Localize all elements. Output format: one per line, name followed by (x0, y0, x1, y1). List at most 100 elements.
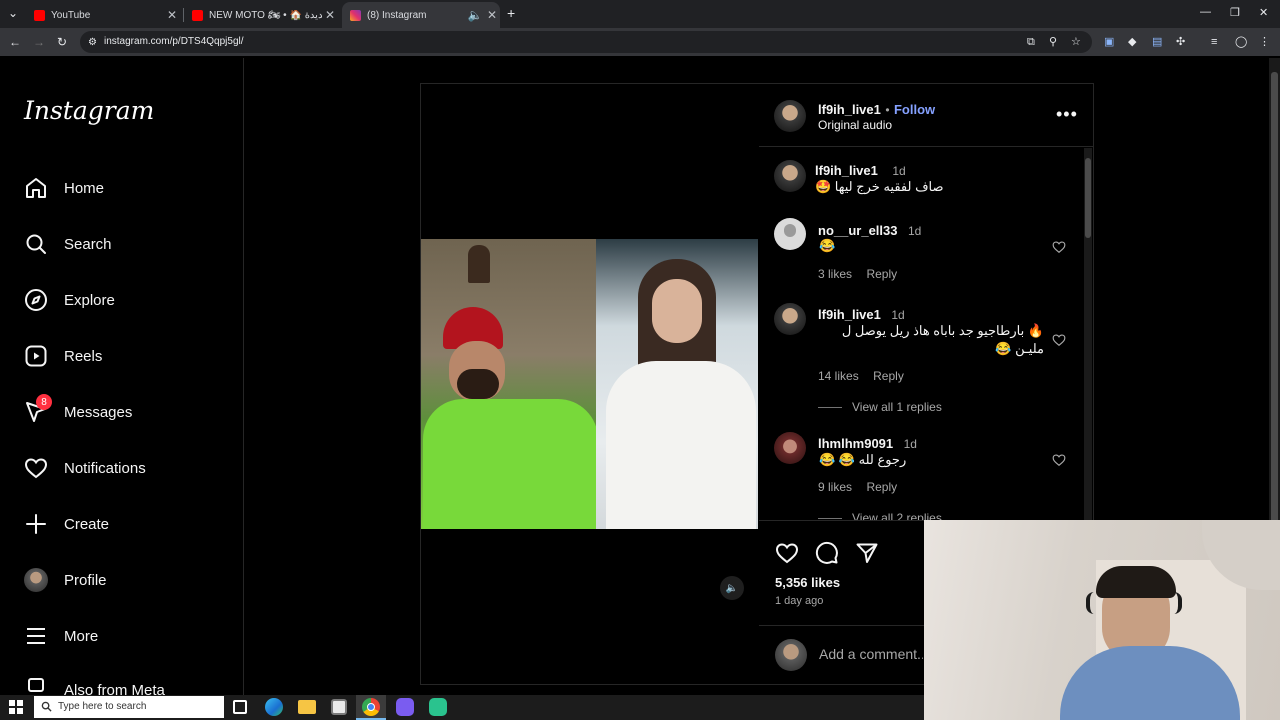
more-options-icon[interactable]: ••• (1056, 104, 1078, 125)
reply-button[interactable]: Reply (866, 267, 897, 281)
translate-extension-icon[interactable]: ▣ (1104, 35, 1114, 49)
divider (759, 625, 925, 626)
comment-time: 1d (891, 308, 905, 322)
instagram-logo[interactable]: Instagram (24, 96, 154, 125)
sidebar-item-more[interactable]: More (22, 616, 232, 656)
tab-new-moto[interactable]: NEW MOTO 🏍 • 🏠 دار جديدة ✕ (184, 2, 338, 28)
chrome-taskbar-button[interactable] (356, 695, 386, 720)
task-view-icon[interactable] (233, 700, 247, 714)
meta-icon (22, 672, 50, 695)
comment-actions: 9 likes Reply (818, 478, 897, 496)
view-replies-button[interactable]: View all 1 replies (852, 400, 942, 414)
extension-icon[interactable]: ▤ (1152, 35, 1162, 49)
sidebar-item-notifications[interactable]: Notifications (22, 448, 232, 488)
comment-text: صاف لفقيه خرج ليها 🤩 (815, 179, 944, 194)
author-avatar[interactable] (774, 100, 806, 132)
sidebar-item-also-from-meta[interactable]: Also from Meta (22, 672, 232, 695)
comment-header: lf9ih_live1 1d (818, 306, 905, 324)
like-comment-heart-icon[interactable] (1052, 240, 1066, 254)
avatar[interactable] (774, 303, 806, 335)
app-icon[interactable] (429, 698, 447, 716)
bookmark-star-icon[interactable]: ☆ (1071, 35, 1081, 49)
sidebar-item-label: Reels (64, 347, 103, 365)
minimize-button[interactable]: — (1200, 6, 1211, 18)
reply-button[interactable]: Reply (873, 369, 904, 383)
comments-scrollbar[interactable] (1084, 148, 1092, 520)
close-icon[interactable]: ✕ (164, 8, 180, 22)
sidebar-item-reels[interactable]: Reels (22, 336, 232, 376)
back-icon[interactable]: ← (9, 35, 21, 49)
avatar[interactable] (774, 432, 806, 464)
comment-likes[interactable]: 3 likes (818, 267, 852, 281)
comment-text: 🔥 بارطاجيو جد باباه هاذ ريل يوصل ل (841, 323, 1044, 338)
sidebar-item-explore[interactable]: Explore (22, 280, 232, 320)
sidebar-item-messages[interactable]: 8 Messages (22, 392, 232, 432)
comment-time: 1d (907, 224, 922, 238)
media-controls-icon[interactable]: ≡ (1211, 35, 1217, 49)
app-icon[interactable] (396, 698, 414, 716)
messages-icon: 8 (22, 394, 52, 426)
install-icon[interactable]: ⧉ (1027, 35, 1035, 49)
sidebar-item-label: Messages (64, 403, 133, 421)
comment-bubble-icon[interactable] (815, 541, 839, 565)
comment-time: 1d (892, 164, 906, 178)
reload-icon[interactable]: ↻ (57, 35, 67, 49)
author-username[interactable]: lf9ih_live1 (818, 102, 881, 117)
tab-instagram[interactable]: (8) Instagram 🔈 ✕ (342, 2, 500, 28)
avatar[interactable] (774, 218, 806, 250)
tab-search-icon[interactable]: ⌄ (8, 6, 18, 20)
maximize-button[interactable]: ❐ (1230, 6, 1240, 19)
follow-button[interactable]: Follow (894, 102, 935, 117)
extension-icon[interactable]: ◆ (1128, 35, 1136, 49)
tab-youtube[interactable]: YouTube ✕ (26, 2, 180, 28)
comment-username[interactable]: lf9ih_live1 (818, 307, 881, 322)
share-send-icon[interactable] (855, 541, 879, 565)
sidebar-item-create[interactable]: Create (22, 504, 232, 544)
file-explorer-icon[interactable] (298, 700, 316, 714)
reply-button[interactable]: Reply (866, 480, 897, 494)
new-tab-button[interactable]: + (507, 6, 515, 20)
sidebar-item-home[interactable]: Home (22, 168, 232, 208)
comment-likes[interactable]: 14 likes (818, 369, 859, 383)
sidebar-item-profile[interactable]: Profile (22, 560, 232, 600)
plus-icon (22, 510, 50, 538)
sidebar-item-label: Profile (64, 571, 107, 589)
zoom-icon[interactable]: ⚲ (1049, 35, 1057, 49)
add-comment-input[interactable]: Add a comment... (819, 646, 923, 662)
window-close-button[interactable]: ✕ (1259, 6, 1268, 19)
forward-icon[interactable]: → (33, 35, 45, 49)
comment-username[interactable]: no__ur_ell33 (818, 223, 898, 238)
url-text[interactable]: instagram.com/p/DTS4Qqpj5gl/ (104, 36, 244, 47)
extensions-puzzle-icon[interactable]: ✣ (1176, 35, 1185, 49)
edge-icon[interactable] (265, 698, 283, 716)
video-left-man (421, 239, 596, 529)
like-comment-heart-icon[interactable] (1052, 453, 1066, 467)
close-icon[interactable]: ✕ (322, 8, 338, 22)
speaker-icon[interactable]: 🔈 (466, 8, 484, 22)
replies-row: View all 2 replies (818, 510, 1018, 520)
youtube-icon (192, 9, 203, 21)
windows-start-icon[interactable] (9, 700, 23, 714)
like-comment-heart-icon[interactable] (1052, 333, 1066, 347)
reels-icon (22, 342, 50, 370)
comment-likes[interactable]: 9 likes (818, 480, 852, 494)
comment-username[interactable]: lf9ih_live1 (815, 163, 878, 178)
comment-header: lhmlhm9091 1d (818, 435, 917, 453)
likes-count[interactable]: 5,356 likes (775, 575, 840, 590)
comment-time: 1d (903, 437, 917, 451)
mute-icon[interactable]: 🔈 (720, 576, 744, 600)
sidebar-item-search[interactable]: Search (22, 224, 232, 264)
comment-username[interactable]: lhmlhm9091 (818, 436, 893, 451)
avatar[interactable] (774, 160, 806, 192)
sidebar-item-label: Explore (64, 291, 115, 309)
profile-icon[interactable]: ◯ (1235, 35, 1247, 49)
like-heart-icon[interactable] (775, 541, 799, 565)
webcam-overlay (924, 520, 1280, 720)
taskbar-search[interactable]: Type here to search (34, 696, 224, 718)
store-icon[interactable] (331, 699, 347, 715)
original-audio-link[interactable]: Original audio (818, 118, 892, 132)
view-replies-button[interactable]: View all 2 replies (852, 511, 942, 520)
close-icon[interactable]: ✕ (484, 8, 500, 22)
site-info-icon[interactable]: ⚙ (88, 36, 97, 50)
menu-kebab-icon[interactable]: ⋮ (1259, 35, 1270, 49)
